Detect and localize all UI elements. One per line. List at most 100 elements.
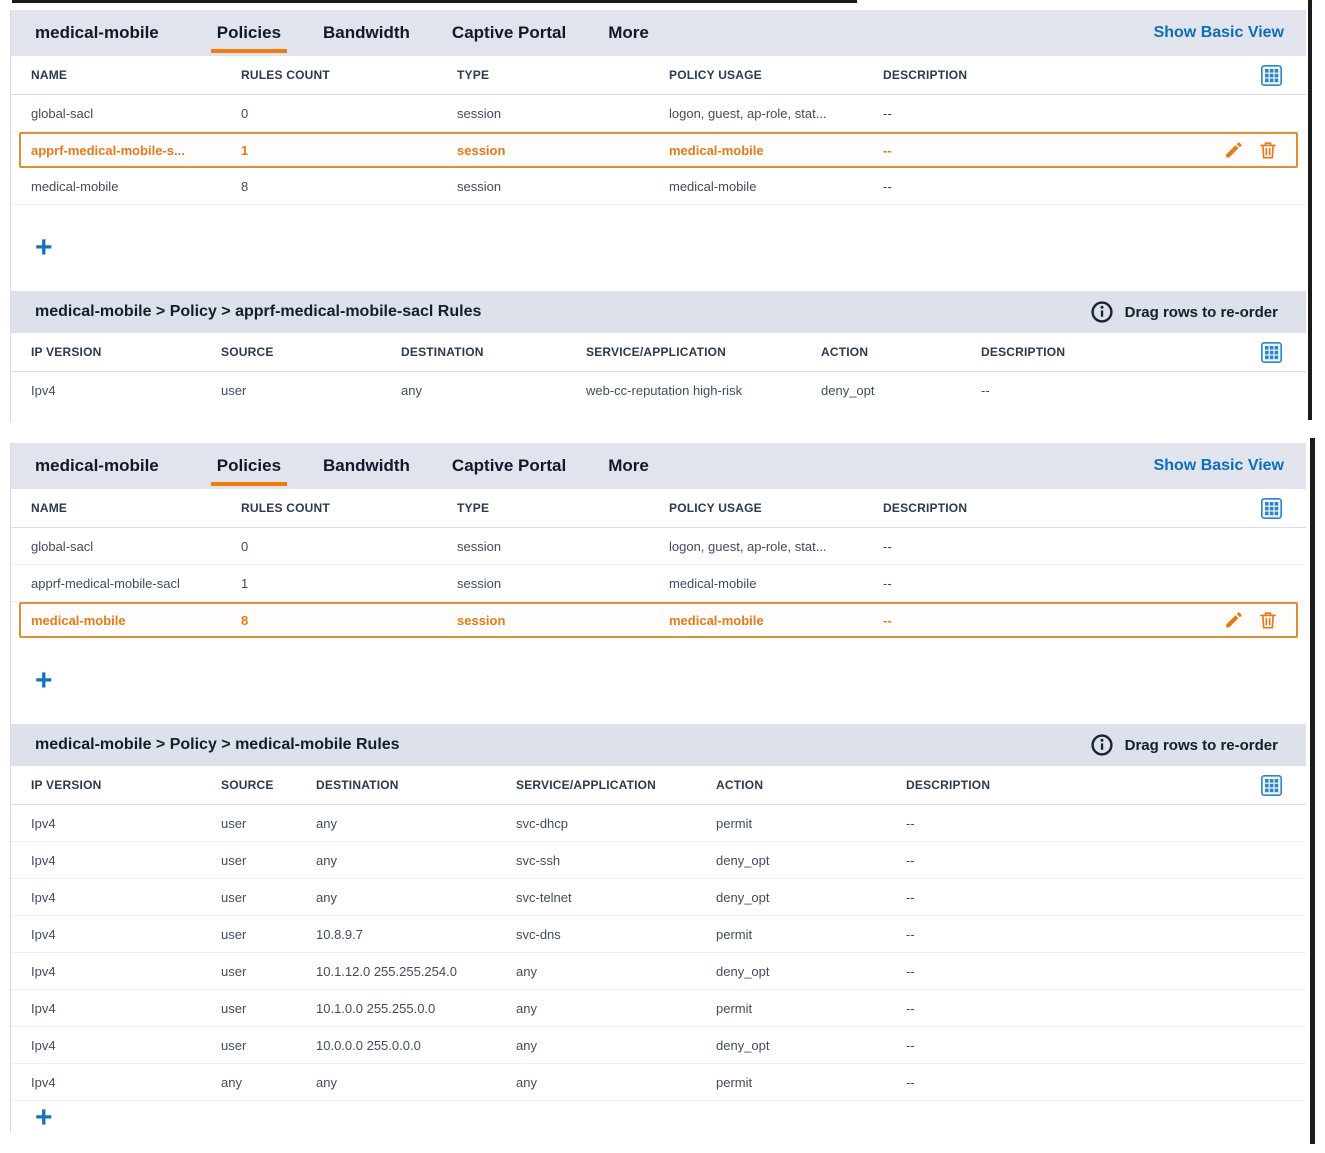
cell-rules-count: 8 <box>241 179 457 194</box>
rule-row[interactable]: Ipv4 user any svc-ssh deny_opt -- <box>11 842 1306 879</box>
cell-description: -- <box>883 106 1095 121</box>
cell-rules-count: 8 <box>241 613 457 628</box>
add-rule-button[interactable]: + <box>35 1103 53 1133</box>
col-name: NAME <box>31 68 241 82</box>
rule-row[interactable]: Ipv4 user any web-cc-reputation high-ris… <box>11 372 1306 408</box>
column-select-container <box>1095 65 1286 86</box>
drag-hint-label: Drag rows to re-order <box>1125 304 1278 321</box>
cell-description: -- <box>906 1001 1286 1016</box>
cell-ip-version: Ipv4 <box>31 1038 221 1053</box>
tab-policies[interactable]: Policies <box>217 443 281 489</box>
policy-row[interactable]: global-sacl 0 session logon, guest, ap-r… <box>11 528 1306 565</box>
edit-icon[interactable] <box>1224 140 1244 160</box>
tab-bar: medical-mobile Policies Bandwidth Captiv… <box>11 10 1306 56</box>
add-rule-zone: + <box>11 1101 1306 1139</box>
cell-type: session <box>457 179 669 194</box>
tab-captive-portal[interactable]: Captive Portal <box>452 10 566 56</box>
policies-panel-top: medical-mobile Policies Bandwidth Captiv… <box>10 10 1306 422</box>
tab-bandwidth[interactable]: Bandwidth <box>323 443 410 489</box>
breadcrumb: medical-mobile > Policy > apprf-medical-… <box>35 303 481 321</box>
tab-captive-portal[interactable]: Captive Portal <box>452 443 566 489</box>
col-description: DESCRIPTION <box>883 68 1095 82</box>
cell-source: user <box>221 927 316 942</box>
cell-name: apprf-medical-mobile-sacl <box>31 576 241 591</box>
show-basic-view-link[interactable]: Show Basic View <box>1154 24 1284 42</box>
policy-row[interactable]: global-sacl 0 session logon, guest, ap-r… <box>11 95 1306 132</box>
cell-ip-version: Ipv4 <box>31 1075 221 1090</box>
cell-source: user <box>221 890 316 905</box>
cell-policy-usage: logon, guest, ap-role, stat... <box>669 539 883 554</box>
col-action: ACTION <box>821 345 981 359</box>
rule-row[interactable]: Ipv4 user 10.0.0.0 255.0.0.0 any deny_op… <box>11 1027 1306 1064</box>
cell-rules-count: 1 <box>241 143 457 158</box>
tab-more[interactable]: More <box>608 443 649 489</box>
rule-row[interactable]: Ipv4 user 10.8.9.7 svc-dns permit -- <box>11 916 1306 953</box>
rule-row[interactable]: Ipv4 user 10.1.0.0 255.255.0.0 any permi… <box>11 990 1306 1027</box>
cell-action: permit <box>716 927 906 942</box>
cell-description: -- <box>883 179 1095 194</box>
cell-name: global-sacl <box>31 539 241 554</box>
cell-description: -- <box>883 539 1095 554</box>
policy-row[interactable]: medical-mobile 8 session medical-mobile … <box>11 168 1306 205</box>
cell-destination: 10.0.0.0 255.0.0.0 <box>316 1038 516 1053</box>
policy-row-selected[interactable]: medical-mobile 8 session medical-mobile … <box>19 602 1298 638</box>
cell-destination: any <box>401 383 586 398</box>
tab-more[interactable]: More <box>608 10 649 56</box>
cell-source: user <box>221 383 401 398</box>
cell-source: user <box>221 853 316 868</box>
info-icon <box>1091 734 1113 756</box>
cell-policy-usage: logon, guest, ap-role, stat... <box>669 106 883 121</box>
col-rules-count: RULES COUNT <box>241 68 457 82</box>
col-service: SERVICE/APPLICATION <box>586 345 821 359</box>
tab-policies[interactable]: Policies <box>217 10 281 56</box>
col-ip-version: IP VERSION <box>31 345 221 359</box>
cell-action: deny_opt <box>716 964 906 979</box>
cell-type: session <box>457 143 669 158</box>
delete-icon[interactable] <box>1258 610 1278 630</box>
grid-icon[interactable] <box>1261 342 1282 363</box>
cell-description: -- <box>883 613 1095 628</box>
rule-row[interactable]: Ipv4 user any svc-dhcp permit -- <box>11 805 1306 842</box>
cell-source: user <box>221 1001 316 1016</box>
cell-destination: any <box>316 890 516 905</box>
cell-name: global-sacl <box>31 106 241 121</box>
col-source: SOURCE <box>221 345 401 359</box>
cell-source: user <box>221 1038 316 1053</box>
cell-ip-version: Ipv4 <box>31 890 221 905</box>
policy-table-header: NAME RULES COUNT TYPE POLICY USAGE DESCR… <box>11 489 1306 528</box>
info-icon <box>1091 301 1113 323</box>
cell-service: svc-dhcp <box>516 816 716 831</box>
add-policy-button[interactable]: + <box>35 233 53 263</box>
cell-name: medical-mobile <box>31 179 241 194</box>
add-policy-button[interactable]: + <box>35 666 53 696</box>
grid-icon[interactable] <box>1261 498 1282 519</box>
col-name: NAME <box>31 501 241 515</box>
cell-action: deny_opt <box>716 853 906 868</box>
policy-row[interactable]: apprf-medical-mobile-sacl 1 session medi… <box>11 565 1306 602</box>
grid-icon[interactable] <box>1261 775 1282 796</box>
cell-action: permit <box>716 816 906 831</box>
edit-icon[interactable] <box>1224 610 1244 630</box>
show-basic-view-link[interactable]: Show Basic View <box>1154 457 1284 475</box>
col-policy-usage: POLICY USAGE <box>669 501 883 515</box>
tab-bandwidth[interactable]: Bandwidth <box>323 10 410 56</box>
tab-bar: medical-mobile Policies Bandwidth Captiv… <box>11 443 1306 489</box>
cell-rules-count: 1 <box>241 576 457 591</box>
col-rules-count: RULES COUNT <box>241 501 457 515</box>
cell-rules-count: 0 <box>241 539 457 554</box>
cell-destination: any <box>316 1075 516 1090</box>
rule-row[interactable]: Ipv4 user any svc-telnet deny_opt -- <box>11 879 1306 916</box>
grid-icon[interactable] <box>1261 65 1282 86</box>
rule-row[interactable]: Ipv4 any any any permit -- <box>11 1064 1306 1101</box>
cell-service: web-cc-reputation high-risk <box>586 383 821 398</box>
cell-rules-count: 0 <box>241 106 457 121</box>
row-actions <box>1095 610 1286 630</box>
breadcrumb: medical-mobile > Policy > medical-mobile… <box>35 736 400 754</box>
col-description: DESCRIPTION <box>883 501 1095 515</box>
rule-row[interactable]: Ipv4 user 10.1.12.0 255.255.254.0 any de… <box>11 953 1306 990</box>
delete-icon[interactable] <box>1258 140 1278 160</box>
cell-name: apprf-medical-mobile-s... <box>31 143 241 158</box>
policy-row-selected[interactable]: apprf-medical-mobile-s... 1 session medi… <box>19 132 1298 168</box>
drag-hint-container: Drag rows to re-order <box>1091 301 1278 323</box>
column-select-container <box>1095 498 1286 519</box>
